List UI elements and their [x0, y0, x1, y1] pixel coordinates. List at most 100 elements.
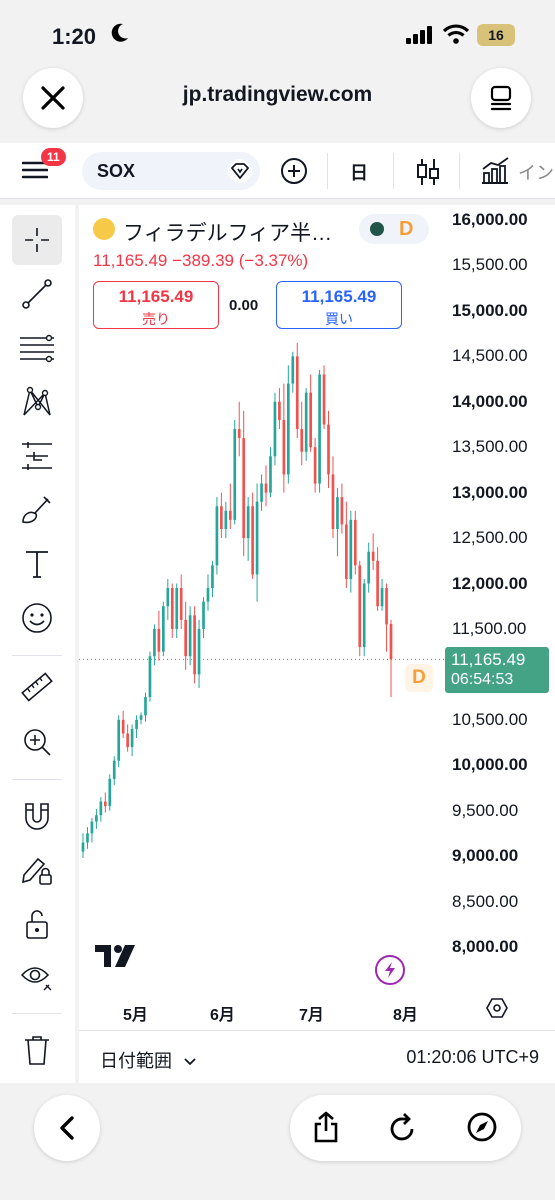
y-axis-label: 13,000.00 — [452, 482, 528, 502]
chart-type-button[interactable] — [416, 157, 440, 192]
text-icon — [26, 551, 48, 578]
data-delay-badge: D — [399, 218, 414, 240]
crosshair-tool[interactable] — [12, 215, 62, 265]
buy-price: 11,165.49 — [301, 287, 377, 306]
candle-body — [362, 583, 366, 648]
magnet-tool[interactable] — [12, 791, 62, 841]
toolbar-divider — [12, 655, 62, 656]
candle-body — [313, 447, 317, 484]
legend-symbol-title[interactable]: フィラデルフィア半… — [123, 217, 332, 247]
hide-drawings-tool[interactable] — [12, 953, 62, 1003]
pencil-lock-icon — [22, 857, 52, 885]
wifi-icon — [442, 24, 470, 49]
market-status-badge[interactable]: D — [359, 214, 429, 244]
status-bar: 1:20 16 — [0, 0, 555, 70]
y-axis-label: 16,000.00 — [452, 210, 528, 229]
fib-tool[interactable] — [12, 323, 62, 373]
y-axis-label: 15,500.00 — [452, 255, 528, 275]
chart-pane[interactable]: フィラデルフィア半… D 11,165.49 −389.39 (−3.37%) … — [79, 205, 555, 1083]
unlock-icon — [26, 910, 48, 939]
y-axis-label: 12,500.00 — [452, 528, 528, 548]
candle-body — [162, 606, 165, 652]
compare-add-button[interactable] — [280, 157, 308, 190]
last-price-tag: 11,165.49 06:54:53 — [445, 647, 549, 693]
candle-body — [193, 615, 196, 675]
candle-body — [157, 628, 161, 652]
forecast-tool[interactable] — [12, 431, 62, 481]
magnet-icon — [25, 803, 49, 830]
reader-icon — [490, 85, 512, 111]
date-range-button[interactable]: 日付範囲 — [100, 1047, 197, 1073]
toolbar-divider — [459, 153, 460, 189]
pattern-tool[interactable] — [12, 377, 62, 427]
candle-body — [349, 519, 353, 579]
candle — [188, 606, 192, 666]
symbol-search-button[interactable]: SOX — [82, 152, 260, 190]
y-axis-label: 13,500.00 — [452, 437, 528, 457]
chevron-left-icon — [60, 1116, 74, 1140]
candle-body — [202, 601, 205, 629]
browser-top-bar: jp.tradingview.com — [0, 65, 555, 143]
interval-selector[interactable]: 日 — [350, 159, 368, 185]
indicators-label[interactable]: イン — [518, 159, 554, 185]
candle-body — [117, 719, 121, 761]
candle — [376, 547, 379, 611]
candle — [345, 501, 348, 589]
candle — [228, 483, 232, 529]
share-button[interactable] — [312, 1111, 340, 1148]
reload-button[interactable] — [388, 1111, 418, 1148]
lock-all-tool[interactable] — [12, 899, 62, 949]
bar-countdown: 06:54:53 — [451, 671, 514, 688]
candle-body — [264, 483, 268, 493]
text-tool[interactable] — [12, 539, 62, 589]
zoom-tool[interactable] — [12, 717, 62, 767]
candle-body — [336, 497, 339, 529]
plus-circle-icon — [281, 158, 307, 184]
candle — [336, 488, 339, 557]
candle-body — [170, 588, 174, 629]
focus-moon-icon — [110, 22, 130, 49]
emoji-tool[interactable] — [12, 593, 62, 643]
candle — [282, 383, 286, 493]
lightning-icon[interactable] — [375, 955, 405, 985]
y-axis-label: 9,500.00 — [452, 800, 519, 820]
toolbar-divider — [393, 153, 394, 189]
candle-body — [148, 656, 152, 698]
tradingview-logo[interactable] — [95, 943, 141, 974]
candle — [313, 438, 317, 493]
indicators-button[interactable] — [480, 157, 510, 190]
chart-settings-button[interactable] — [486, 997, 508, 1024]
reader-mode-button[interactable] — [471, 68, 531, 128]
candle-body — [121, 719, 125, 734]
lock-drawing-tool[interactable] — [12, 845, 62, 895]
measure-tool[interactable] — [12, 663, 62, 713]
candle — [162, 601, 165, 657]
candle-body — [376, 560, 379, 607]
candle-body — [282, 419, 286, 475]
trend-line-tool[interactable] — [12, 269, 62, 319]
candle-body — [184, 619, 188, 657]
candle — [380, 578, 384, 611]
candle-body — [95, 815, 98, 822]
candle — [117, 715, 121, 768]
session-badge[interactable]: D — [405, 664, 433, 692]
share-icon — [314, 1111, 338, 1143]
remove-drawings-tool[interactable] — [12, 1025, 62, 1075]
price-axis[interactable]: 16,000.00 15,500.00 15,000.00 14,500.00 14,0… — [448, 205, 555, 985]
browser-actions — [290, 1095, 521, 1161]
candle-body — [224, 510, 228, 529]
brush-tool[interactable] — [12, 485, 62, 535]
timezone-clock[interactable]: 01:20:06 UTC+9 — [406, 1047, 539, 1068]
toolbar-divider — [12, 1013, 62, 1014]
sell-button[interactable]: 11,165.49 売り — [93, 281, 219, 329]
candle — [278, 388, 281, 430]
back-button[interactable] — [34, 1095, 100, 1161]
y-axis-label: 8,500.00 — [452, 891, 519, 911]
compass-button[interactable] — [466, 1111, 498, 1148]
x-axis-label: 7月 — [299, 1007, 324, 1024]
toolbar-divider — [12, 779, 62, 780]
candle-body — [242, 438, 246, 539]
candle-body — [144, 697, 147, 716]
buy-button[interactable]: 11,165.49 買い — [276, 281, 402, 329]
candle-body — [353, 519, 357, 566]
